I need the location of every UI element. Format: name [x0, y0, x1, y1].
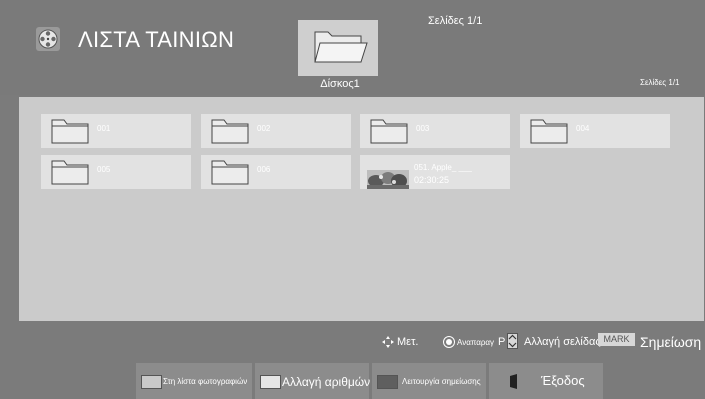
- folder-icon: [51, 160, 89, 185]
- video-file-name: 051. Apple_ ___: [414, 163, 472, 172]
- folder-tile-006[interactable]: 006: [201, 155, 351, 189]
- video-thumbnail: [367, 170, 409, 189]
- mark-key-badge: MARK: [598, 333, 635, 346]
- film-reel-icon: [36, 27, 60, 51]
- ok-button-icon: [443, 336, 455, 348]
- folder-icon: [51, 119, 89, 144]
- video-tile[interactable]: 051. Apple_ ___ 02:30:25: [360, 155, 510, 189]
- folder-label: 001: [97, 124, 111, 133]
- move-hint: Μετ.: [397, 336, 419, 348]
- folder-tile-001[interactable]: 001: [41, 114, 191, 148]
- photo-list-label: Στη λίστα φωτογραφιών: [163, 377, 248, 386]
- folder-icon: [370, 119, 408, 144]
- color-key-swatch: [141, 375, 162, 389]
- color-key-swatch: [377, 375, 398, 389]
- open-folder-icon: [314, 31, 368, 63]
- page-change-hint: Αλλαγή σελίδας: [524, 336, 601, 348]
- p-key-label: P: [498, 336, 506, 348]
- color-key-swatch: [260, 375, 281, 389]
- storage-device-button[interactable]: [298, 20, 378, 76]
- play-hint: Αναπαραγ: [457, 338, 495, 347]
- page-up-down-icon: [507, 333, 518, 349]
- photo-list-button[interactable]: Στη λίστα φωτογραφιών: [136, 363, 252, 399]
- mark-mode-button[interactable]: Λειτουργία σημείωσης: [372, 363, 486, 399]
- page-indicator-top: Σελίδες 1/1: [428, 15, 483, 27]
- storage-device-label: Δίσκος1: [320, 78, 360, 90]
- mark-hint: Σημείωση: [640, 334, 702, 350]
- folder-label: 003: [416, 124, 430, 133]
- mark-mode-label: Λειτουργία σημείωσης: [402, 377, 481, 386]
- exit-label: Έξοδος: [541, 373, 585, 388]
- folder-label: 004: [576, 124, 590, 133]
- number-change-label: Αλλαγή αριθμών: [282, 375, 371, 389]
- file-browser-panel: 001 002 003 004 005 006 051. Apple_ ___ …: [19, 97, 704, 321]
- page-title: ΛΙΣΤΑ ΤΑΙΝΙΩΝ: [78, 27, 235, 52]
- folder-icon: [530, 119, 568, 144]
- number-change-button[interactable]: Αλλαγή αριθμών: [255, 363, 371, 399]
- folder-tile-005[interactable]: 005: [41, 155, 191, 189]
- folder-label: 002: [257, 124, 271, 133]
- exit-door-icon: [510, 374, 517, 389]
- video-duration: 02:30:25: [414, 175, 450, 185]
- exit-button[interactable]: Έξοδος: [489, 363, 603, 399]
- folder-tile-002[interactable]: 002: [201, 114, 351, 148]
- page-indicator-right: Σελίδες 1/1: [640, 78, 680, 87]
- folder-tile-004[interactable]: 004: [520, 114, 670, 148]
- folder-icon: [211, 160, 249, 185]
- folder-label: 005: [97, 165, 111, 174]
- folder-icon: [211, 119, 249, 144]
- folder-label: 006: [257, 165, 271, 174]
- dpad-icon: [382, 336, 394, 348]
- folder-tile-003[interactable]: 003: [360, 114, 510, 148]
